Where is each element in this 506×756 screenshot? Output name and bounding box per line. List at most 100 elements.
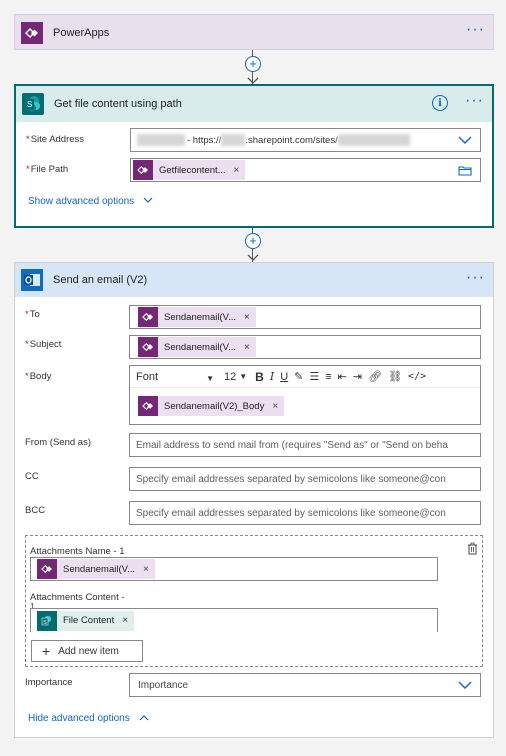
info-icon[interactable]: i xyxy=(432,95,448,111)
bcc-placeholder: Specify email addresses separated by sem… xyxy=(136,507,446,519)
chevron-down-icon[interactable] xyxy=(458,680,472,690)
remove-token-icon[interactable]: × xyxy=(244,312,250,323)
connector-1: + xyxy=(245,50,261,84)
importance-dropdown[interactable]: Importance xyxy=(129,673,481,697)
attachments-content-input[interactable]: S File Content × xyxy=(30,608,438,632)
folder-icon[interactable] xyxy=(458,165,472,176)
redacted-text xyxy=(221,134,246,146)
powerapps-icon xyxy=(138,337,158,357)
site-address-value-mid: .sharepoint.com/sites/ xyxy=(245,134,338,146)
from-input[interactable]: Email address to send mail from (require… xyxy=(129,433,481,457)
increase-indent-icon[interactable]: ⇥ xyxy=(353,370,362,383)
dynamic-token[interactable]: Getfilecontent... × xyxy=(133,160,246,180)
remove-token-icon[interactable]: × xyxy=(143,564,149,575)
sharepoint-icon: S xyxy=(22,93,44,115)
subject-input[interactable]: Sendanemail(V... × xyxy=(129,335,481,359)
dynamic-token[interactable]: Sendanemail(V... × xyxy=(138,337,256,357)
more-options-icon[interactable]: ··· xyxy=(466,22,485,38)
send-email-card[interactable]: Send an email (V2) ··· *To Sendanemail(V… xyxy=(14,262,494,738)
chevron-down-icon xyxy=(143,197,153,203)
connector-2: + xyxy=(245,228,261,262)
subject-label: *Subject xyxy=(25,339,62,350)
remove-token-icon[interactable]: × xyxy=(244,342,250,353)
code-view-icon[interactable]: </> xyxy=(408,371,426,382)
to-input[interactable]: Sendanemail(V... × xyxy=(129,305,481,329)
add-new-item-button[interactable]: + Add new item xyxy=(31,640,143,662)
numbered-list-icon[interactable]: ≡ xyxy=(325,371,331,383)
site-address-label: *Site Address xyxy=(26,134,85,145)
add-step-icon[interactable]: + xyxy=(245,56,261,72)
body-toolbar: Font ▼ 12 ▼ B I U ✎ ☰ ≡ ⇤ ⇥ 🔗︎ ⛓︎ </> xyxy=(130,366,480,388)
redacted-text xyxy=(337,134,410,146)
plus-icon: + xyxy=(42,643,51,659)
body-editor[interactable]: Font ▼ 12 ▼ B I U ✎ ☰ ≡ ⇤ ⇥ 🔗︎ ⛓︎ </> Se… xyxy=(129,365,481,425)
decrease-indent-icon[interactable]: ⇤ xyxy=(338,370,347,383)
chevron-up-icon xyxy=(139,715,148,721)
more-options-icon[interactable]: ··· xyxy=(466,270,485,286)
remove-token-icon[interactable]: × xyxy=(122,615,128,626)
remove-token-icon[interactable]: × xyxy=(234,165,240,176)
font-size-select[interactable]: 12 ▼ xyxy=(224,371,247,383)
attachments-name-input[interactable]: Sendanemail(V... × xyxy=(30,557,438,581)
svg-text:S: S xyxy=(27,100,32,109)
send-email-title: Send an email (V2) xyxy=(53,274,148,286)
powerapps-icon xyxy=(21,22,43,44)
caret-down-icon: ▼ xyxy=(206,373,214,383)
from-placeholder: Email address to send mail from (require… xyxy=(136,439,448,451)
get-file-content-title: Get file content using path xyxy=(54,98,182,110)
cc-placeholder: Specify email addresses separated by sem… xyxy=(136,473,446,485)
arrow-down-icon xyxy=(247,254,259,261)
chevron-down-icon[interactable] xyxy=(458,135,472,145)
sharepoint-icon: S xyxy=(37,610,57,631)
powerapps-icon xyxy=(133,160,153,180)
bcc-label: BCC xyxy=(25,505,46,516)
dynamic-token[interactable]: S File Content × xyxy=(37,610,135,631)
cc-input[interactable]: Specify email addresses separated by sem… xyxy=(129,467,481,491)
underline-icon[interactable]: U xyxy=(280,371,288,383)
powerapps-header[interactable]: PowerApps ··· xyxy=(15,15,493,51)
outlook-icon xyxy=(21,269,43,291)
powerapps-icon xyxy=(138,307,158,327)
link-icon[interactable]: 🔗︎ xyxy=(368,370,382,383)
cc-label: CC xyxy=(25,471,39,482)
importance-label: Importance xyxy=(25,677,73,688)
token-label: Sendanemail(V... xyxy=(164,341,237,353)
arrow-down-icon xyxy=(247,77,259,84)
powerapps-title: PowerApps xyxy=(53,27,110,39)
powerapps-icon xyxy=(37,559,57,579)
bullet-list-icon[interactable]: ☰ xyxy=(309,370,319,383)
token-label: Sendanemail(V... xyxy=(63,563,136,575)
bcc-input[interactable]: Specify email addresses separated by sem… xyxy=(129,501,481,525)
remove-token-icon[interactable]: × xyxy=(272,401,278,412)
add-step-icon[interactable]: + xyxy=(245,233,261,249)
more-options-icon[interactable]: ··· xyxy=(465,93,484,109)
get-file-content-card[interactable]: S Get file content using path i ··· *Sit… xyxy=(14,84,494,228)
token-label: File Content xyxy=(63,615,115,626)
show-advanced-options-link[interactable]: Show advanced options xyxy=(28,196,153,207)
send-email-header[interactable]: Send an email (V2) ··· xyxy=(15,263,493,297)
site-address-dropdown[interactable]: - https:// .sharepoint.com/sites/ xyxy=(130,128,481,152)
token-label: Getfilecontent... xyxy=(159,164,226,176)
italic-icon[interactable]: I xyxy=(270,370,274,383)
dynamic-token[interactable]: Sendanemail(V2)_Body × xyxy=(138,396,285,416)
highlight-icon[interactable]: ✎ xyxy=(294,370,303,383)
hide-advanced-options-link[interactable]: Hide advanced options xyxy=(28,713,149,724)
powerapps-card[interactable]: PowerApps ··· xyxy=(14,14,494,50)
to-label: *To xyxy=(25,309,40,320)
font-select[interactable]: Font ▼ xyxy=(136,371,214,383)
delete-icon[interactable] xyxy=(467,542,478,555)
attachments-content-label: Attachments Content - xyxy=(30,592,125,603)
add-new-item-label: Add new item xyxy=(58,645,119,657)
unlink-icon[interactable]: ⛓︎ xyxy=(388,370,402,383)
dynamic-token[interactable]: Sendanemail(V... × xyxy=(138,307,256,327)
get-file-content-header[interactable]: S Get file content using path i ··· xyxy=(16,86,492,122)
file-path-input[interactable]: Getfilecontent... × xyxy=(130,158,481,182)
caret-down-icon: ▼ xyxy=(239,372,248,381)
powerapps-icon xyxy=(138,396,158,416)
attachments-name-label: Attachments Name - 1 xyxy=(30,546,125,557)
body-label: *Body xyxy=(25,371,52,382)
redacted-text xyxy=(137,134,185,146)
dynamic-token[interactable]: Sendanemail(V... × xyxy=(37,559,155,579)
site-address-value-prefix: - https:// xyxy=(187,134,222,146)
bold-icon[interactable]: B xyxy=(255,370,264,384)
